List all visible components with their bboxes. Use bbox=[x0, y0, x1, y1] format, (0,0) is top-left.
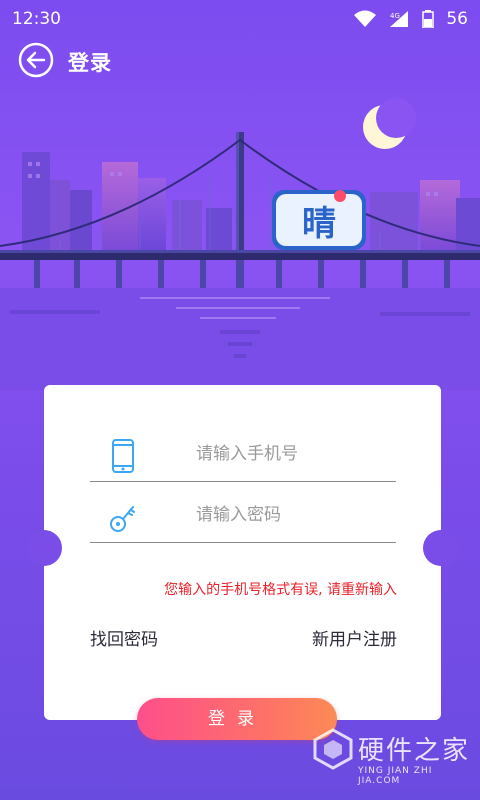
watermark: 硬件之家 YING JIAN ZHI JIA.COM bbox=[312, 728, 472, 788]
status-bar: 12:30 4G 56 bbox=[0, 0, 480, 40]
login-card: 您输入的手机号格式有误, 请重新输入 找回密码 新用户注册 bbox=[26, 385, 459, 720]
app-bar: 登录 bbox=[0, 40, 480, 80]
forgot-password-link[interactable]: 找回密码 bbox=[90, 625, 158, 650]
watermark-title: 硬件之家 bbox=[358, 736, 471, 766]
card-notch-left bbox=[26, 530, 62, 566]
wifi-icon bbox=[354, 10, 377, 27]
battery-icon bbox=[422, 10, 435, 28]
status-time: 12:30 bbox=[12, 9, 61, 29]
phone-input[interactable] bbox=[194, 435, 398, 473]
phone-icon bbox=[112, 439, 134, 473]
card-notch-right bbox=[423, 530, 459, 566]
city-bridge-illustration: 晴 bbox=[0, 98, 480, 390]
phone-field bbox=[90, 425, 398, 482]
back-arrow-icon[interactable] bbox=[18, 42, 54, 78]
battery-level: 56 bbox=[446, 9, 468, 29]
watermark-logo-icon bbox=[313, 728, 353, 770]
key-icon bbox=[110, 506, 135, 532]
password-input[interactable] bbox=[194, 496, 398, 534]
sign-logo: 晴 bbox=[272, 190, 366, 250]
register-link[interactable]: 新用户注册 bbox=[312, 625, 397, 650]
login-button[interactable]: 登录 bbox=[137, 698, 337, 740]
page-title: 登录 bbox=[68, 51, 112, 75]
watermark-subtitle: YING JIAN ZHI JIA.COM bbox=[358, 766, 433, 786]
network-type: 4G bbox=[390, 12, 400, 20]
password-field bbox=[90, 486, 398, 543]
signal-icon: 4G bbox=[390, 11, 409, 27]
sign-text: 晴 bbox=[302, 204, 336, 244]
error-message: 您输入的手机号格式有误, 请重新输入 bbox=[164, 582, 397, 598]
status-icons: 4G 56 bbox=[354, 9, 468, 29]
